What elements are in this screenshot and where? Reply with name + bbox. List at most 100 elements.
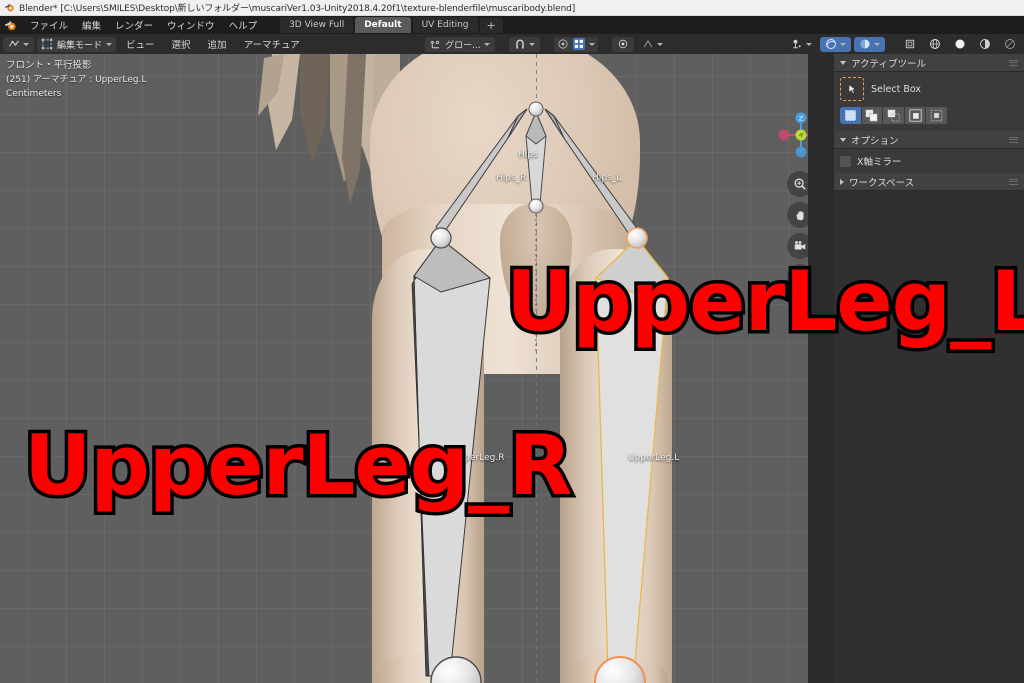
svg-text:-Y: -Y bbox=[798, 133, 803, 140]
workspace-tab-uv-editing[interactable]: UV Editing bbox=[412, 17, 478, 33]
xray-button[interactable] bbox=[854, 36, 885, 52]
shading-solid-button[interactable] bbox=[949, 37, 971, 52]
add-workspace-button[interactable]: + bbox=[479, 17, 503, 33]
viewport-info-overlay: フロント・平行投影 (251) アーマチュア : UpperLeg.L Cent… bbox=[6, 59, 146, 101]
viewport-menu-view[interactable]: ビュー bbox=[119, 37, 162, 51]
invert-icon bbox=[908, 109, 922, 122]
transform-orientation-label: グロー... bbox=[445, 40, 481, 51]
shading-globe-button[interactable] bbox=[924, 37, 946, 52]
orientation-icon bbox=[430, 40, 440, 49]
sidebar-tab-strip[interactable] bbox=[808, 54, 834, 683]
chevron-down-icon bbox=[840, 137, 846, 142]
rendered-preview-icon bbox=[1005, 39, 1015, 49]
overlays-icon bbox=[826, 39, 836, 49]
panel-body-options: X軸ミラー bbox=[834, 149, 1024, 173]
panel-title-active-tool: アクティブツール bbox=[851, 58, 926, 70]
annotation-upperleg-l: UpperLeg_L bbox=[502, 250, 1024, 354]
viewport-menu-add[interactable]: 追加 bbox=[201, 37, 234, 51]
viewport-header: 編集モード ビュー 選択 追加 アーマチュア グロー... bbox=[0, 34, 1024, 54]
proportional-editing-group[interactable] bbox=[553, 36, 598, 52]
magnet-icon bbox=[515, 39, 524, 49]
solid-icon bbox=[955, 39, 965, 49]
panel-header-active-tool[interactable]: アクティブツール bbox=[834, 54, 1024, 72]
bone-label-hips-l: Hips_L bbox=[592, 173, 622, 183]
options-button[interactable] bbox=[637, 37, 668, 52]
edit-mode-icon bbox=[41, 38, 53, 50]
blender-logo-icon bbox=[4, 3, 14, 12]
bone-label-upperleg-l: UpperLeg.L bbox=[628, 453, 680, 463]
chevron-down-icon bbox=[840, 60, 846, 65]
panel-body-active-tool: Select Box bbox=[834, 72, 1024, 131]
annotation-upperleg-r: UpperLeg_R bbox=[20, 414, 575, 518]
editor-type-button[interactable] bbox=[3, 36, 34, 52]
options-caret-icon bbox=[643, 40, 652, 48]
select-mode-set-button[interactable] bbox=[840, 107, 862, 124]
x-mirror-option-row[interactable]: X軸ミラー bbox=[834, 149, 1024, 173]
viewport-menu-armature[interactable]: アーマチュア bbox=[237, 37, 307, 51]
workspace-tabs: 3D View Full Default UV Editing + bbox=[280, 17, 503, 33]
intersect-icon bbox=[930, 109, 943, 122]
mirror-button[interactable] bbox=[611, 36, 634, 52]
sidebar-content: アクティブツール Select Box オプション X軸ミラー ワークスペース bbox=[834, 54, 1024, 683]
mode-selector[interactable]: 編集モード bbox=[37, 36, 117, 52]
armature-overlay[interactable] bbox=[0, 54, 808, 683]
visibility-button[interactable] bbox=[786, 37, 817, 52]
overlays-button[interactable] bbox=[820, 36, 851, 52]
zoom-button[interactable] bbox=[787, 171, 808, 197]
blender-topbar: ファイル 編集 レンダー ウィンドウ ヘルプ 3D View Full Defa… bbox=[0, 16, 1024, 34]
rendered-icon bbox=[980, 39, 990, 49]
camera-icon bbox=[794, 241, 806, 250]
pivot-point-icon[interactable] bbox=[572, 38, 585, 50]
select-mode-buttons[interactable] bbox=[840, 107, 948, 124]
select-mode-extend-button[interactable] bbox=[861, 107, 884, 124]
shading-material-button[interactable] bbox=[974, 37, 996, 52]
menu-help[interactable]: ヘルプ bbox=[222, 16, 265, 34]
workspace-tab-3d-view-full[interactable]: 3D View Full bbox=[280, 17, 354, 33]
blender-window: Blender* [C:\Users\SMILES\Desktop\新しいフォル… bbox=[0, 0, 1024, 683]
transform-orientation-selector[interactable]: グロー... bbox=[425, 36, 495, 52]
menu-file[interactable]: ファイル bbox=[23, 16, 75, 34]
chevron-right-icon bbox=[840, 178, 844, 185]
shading-rendered-button[interactable] bbox=[999, 37, 1021, 52]
properties-sidebar: アクティブツール Select Box オプション X軸ミラー ワークスペース bbox=[808, 54, 1024, 683]
panel-grip-icon bbox=[1009, 59, 1018, 66]
navigation-gizmo[interactable]: Z X -Y bbox=[778, 112, 808, 158]
workspace-tab-default[interactable]: Default bbox=[355, 17, 411, 33]
proportional-edit-icon bbox=[558, 39, 568, 49]
select-box-tool-button[interactable] bbox=[840, 77, 864, 101]
shading-wireframe-button[interactable] bbox=[899, 37, 921, 52]
select-mode-intersect-button[interactable] bbox=[926, 107, 948, 124]
menu-edit[interactable]: 編集 bbox=[75, 16, 108, 34]
subtract-icon bbox=[887, 109, 900, 122]
mode-label: 編集モード bbox=[57, 40, 103, 51]
active-tool-row[interactable]: Select Box bbox=[840, 77, 1018, 101]
menu-window[interactable]: ウィンドウ bbox=[160, 16, 222, 34]
wireframe-icon bbox=[905, 39, 915, 49]
bone-label-hips-r: Hips_R bbox=[496, 173, 527, 183]
bone-label-hips: Hips bbox=[518, 150, 538, 160]
panel-title-options: オプション bbox=[851, 135, 899, 147]
pan-hand-icon bbox=[796, 211, 804, 221]
pan-button[interactable] bbox=[787, 202, 808, 228]
panel-grip-icon bbox=[1009, 136, 1018, 143]
svg-text:Z: Z bbox=[799, 115, 804, 123]
set-new-icon bbox=[845, 110, 856, 121]
window-titlebar: Blender* [C:\Users\SMILES\Desktop\新しいフォル… bbox=[0, 0, 1024, 16]
snap-button[interactable] bbox=[508, 36, 540, 52]
xray-icon bbox=[860, 39, 870, 49]
select-box-icon bbox=[848, 83, 857, 94]
viewport-menu-select[interactable]: 選択 bbox=[165, 37, 198, 51]
x-mirror-checkbox[interactable] bbox=[840, 155, 851, 167]
select-mode-subtract-button[interactable] bbox=[883, 107, 905, 124]
panel-header-options[interactable]: オプション bbox=[834, 131, 1024, 149]
material-preview-icon bbox=[930, 39, 940, 49]
menu-render[interactable]: レンダー bbox=[108, 16, 160, 34]
panel-title-workspace: ワークスペース bbox=[849, 177, 915, 189]
3d-viewport[interactable]: Hips Hips_R Hips_L UpperLeg.R UpperLeg.L… bbox=[0, 54, 808, 683]
blender-logo-icon[interactable] bbox=[4, 19, 17, 32]
extend-icon bbox=[866, 109, 878, 122]
panel-header-workspace[interactable]: ワークスペース bbox=[834, 173, 1024, 191]
select-mode-invert-button[interactable] bbox=[904, 107, 927, 124]
visibility-icon bbox=[793, 39, 801, 49]
editor-type-icon bbox=[9, 40, 19, 47]
